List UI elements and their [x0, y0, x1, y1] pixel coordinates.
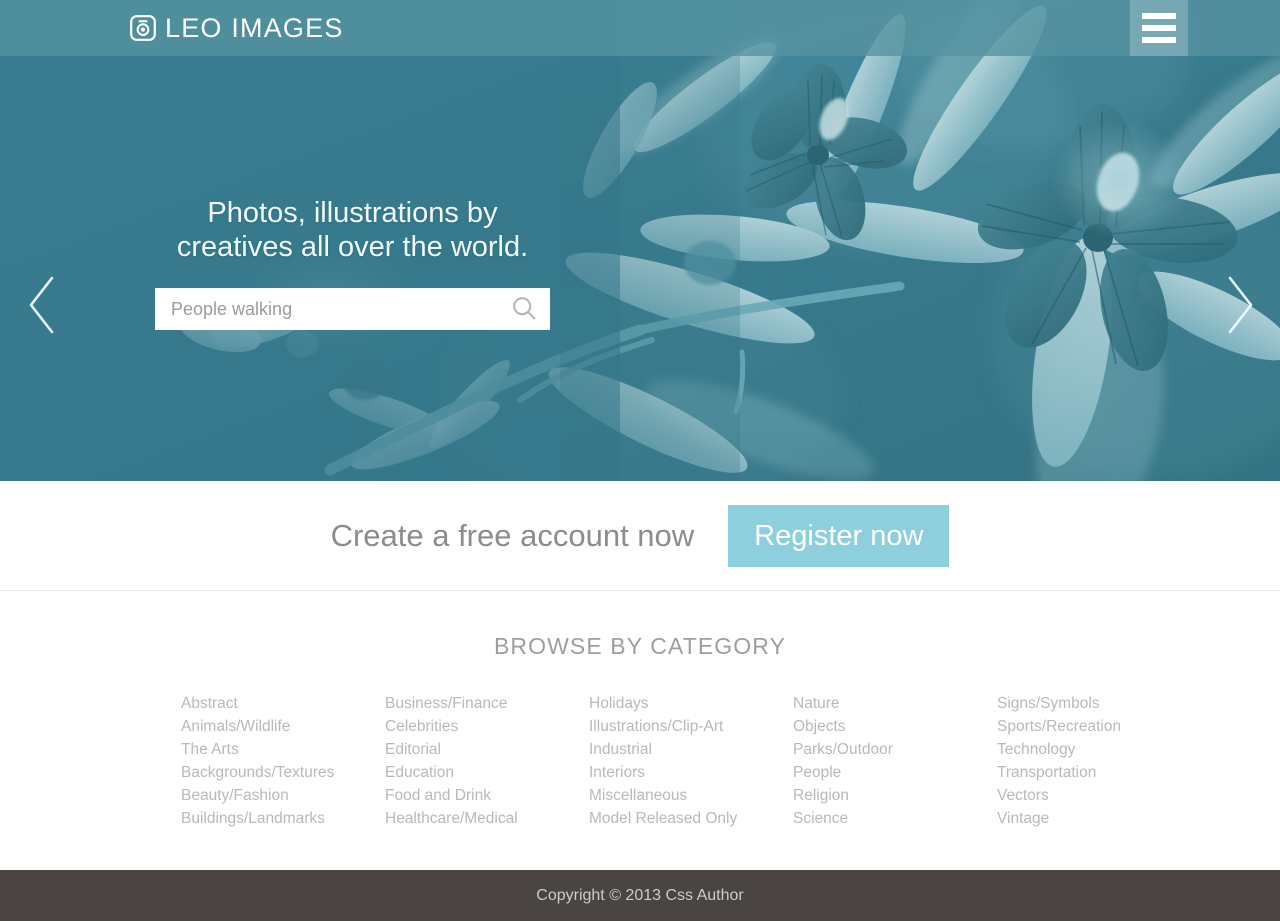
category-link[interactable]: Business/Finance: [385, 692, 589, 715]
category-link[interactable]: Editorial: [385, 738, 589, 761]
category-link[interactable]: Illustrations/Clip-Art: [589, 715, 793, 738]
menu-bar-1: [1142, 13, 1176, 19]
menu-bar-3: [1142, 37, 1176, 43]
category-link[interactable]: Technology: [997, 738, 1201, 761]
hero-headline-line-2: creatives all over the world.: [176, 230, 529, 263]
hero-section: LEO IMAGES Photos, illustrations by crea…: [0, 0, 1280, 481]
category-link[interactable]: Model Released Only: [589, 807, 793, 830]
hero-content: Photos, illustrations by creatives all o…: [0, 56, 1280, 481]
category-link[interactable]: Abstract: [181, 692, 385, 715]
category-link[interactable]: Interiors: [589, 761, 793, 784]
category-link[interactable]: Transportation: [997, 761, 1201, 784]
copyright-text: Copyright © 2013 Css Author: [536, 886, 744, 904]
chevron-right-icon: [1223, 274, 1257, 341]
hero-headline: Photos, illustrations by creatives all o…: [155, 197, 550, 265]
category-link[interactable]: Religion: [793, 784, 997, 807]
search-box: [155, 288, 550, 330]
category-link[interactable]: Food and Drink: [385, 784, 589, 807]
carousel-next-button[interactable]: [1218, 273, 1262, 341]
site-footer: Copyright © 2013 Css Author: [0, 870, 1280, 921]
category-link[interactable]: Sports/Recreation: [997, 715, 1201, 738]
camera-icon: [130, 15, 156, 41]
category-link[interactable]: Buildings/Landmarks: [181, 807, 385, 830]
category-link[interactable]: Education: [385, 761, 589, 784]
register-section: Create a free account now Register now: [0, 481, 1280, 591]
category-link[interactable]: Nature: [793, 692, 997, 715]
hamburger-menu-icon[interactable]: [1130, 0, 1188, 56]
category-link[interactable]: Beauty/Fashion: [181, 784, 385, 807]
category-link[interactable]: Industrial: [589, 738, 793, 761]
register-now-button[interactable]: Register now: [728, 504, 950, 567]
category-link[interactable]: Vintage: [997, 807, 1201, 830]
category-column-2: Business/Finance Celebrities Editorial E…: [385, 692, 589, 830]
category-link[interactable]: Parks/Outdoor: [793, 738, 997, 761]
register-row: Create a free account now Register now: [330, 504, 950, 567]
register-prompt-text: Create a free account now: [330, 517, 695, 553]
chevron-left-icon: [25, 274, 59, 341]
page-root: LEO IMAGES Photos, illustrations by crea…: [0, 0, 1280, 921]
browse-by-category-section: BROWSE BY CATEGORY Abstract Animals/Wild…: [0, 591, 1280, 849]
category-link[interactable]: Signs/Symbols: [997, 692, 1201, 715]
search-button[interactable]: [498, 288, 550, 330]
category-column-1: Abstract Animals/Wildlife The Arts Backg…: [181, 692, 385, 830]
logo-text: LEO IMAGES: [165, 12, 344, 43]
category-link[interactable]: The Arts: [181, 738, 385, 761]
category-link[interactable]: Celebrities: [385, 715, 589, 738]
category-link[interactable]: Animals/Wildlife: [181, 715, 385, 738]
category-column-5: Signs/Symbols Sports/Recreation Technolo…: [997, 692, 1201, 830]
category-link[interactable]: Healthcare/Medical: [385, 807, 589, 830]
category-column-4: Nature Objects Parks/Outdoor People Reli…: [793, 692, 997, 830]
category-column-3: Holidays Illustrations/Clip-Art Industri…: [589, 692, 793, 830]
top-header-bar: LEO IMAGES: [0, 0, 1280, 56]
search-input[interactable]: [155, 288, 498, 330]
search-icon: [510, 294, 538, 325]
menu-bar-2: [1142, 25, 1176, 31]
category-link[interactable]: Science: [793, 807, 997, 830]
category-link[interactable]: Miscellaneous: [589, 784, 793, 807]
category-link[interactable]: Backgrounds/Textures: [181, 761, 385, 784]
category-columns: Abstract Animals/Wildlife The Arts Backg…: [181, 692, 1201, 830]
category-link[interactable]: People: [793, 761, 997, 784]
site-logo[interactable]: LEO IMAGES: [130, 11, 344, 45]
category-link[interactable]: Holidays: [589, 692, 793, 715]
category-link[interactable]: Vectors: [997, 784, 1201, 807]
category-section-title: BROWSE BY CATEGORY: [493, 633, 787, 659]
hero-headline-line-1: Photos, illustrations by: [207, 197, 498, 229]
carousel-prev-button[interactable]: [20, 273, 64, 341]
category-link[interactable]: Objects: [793, 715, 997, 738]
